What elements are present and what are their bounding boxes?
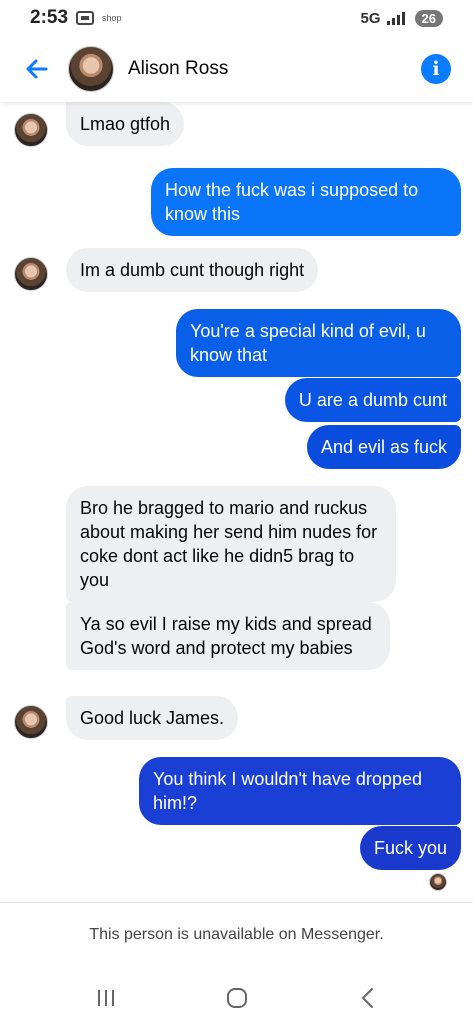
message-incoming[interactable]: Im a dumb cunt though right bbox=[66, 248, 319, 292]
message-outgoing[interactable]: You're a special kind of evil, u know th… bbox=[176, 309, 461, 377]
home-icon bbox=[226, 987, 247, 1008]
message-incoming[interactable]: Lmao gtfoh bbox=[66, 102, 185, 146]
status-left: 2:53 shop bbox=[30, 7, 122, 29]
system-nav-bar bbox=[0, 970, 473, 1025]
unavailable-notice: This person is unavailable on Messenger. bbox=[89, 926, 384, 943]
status-time: 2:53 bbox=[30, 7, 69, 28]
conversation-header: Alison Ross i bbox=[0, 36, 473, 102]
message-outgoing[interactable]: Fuck you bbox=[359, 826, 461, 870]
message-outgoing[interactable]: U are a dumb cunt bbox=[284, 378, 461, 422]
sender-avatar bbox=[14, 257, 48, 291]
message-outgoing[interactable]: How the fuck was i supposed to know this bbox=[151, 168, 461, 236]
arrow-left-icon bbox=[26, 59, 48, 79]
info-button[interactable]: i bbox=[421, 54, 451, 84]
back-button[interactable] bbox=[12, 44, 62, 94]
system-back-button[interactable] bbox=[338, 978, 398, 1018]
status-bar: 2:53 shop 5G 26 bbox=[0, 0, 473, 36]
sender-avatar bbox=[14, 113, 48, 147]
message-incoming[interactable]: Good luck James. bbox=[66, 696, 239, 740]
status-app-label: shop bbox=[102, 13, 122, 23]
recents-button[interactable] bbox=[76, 978, 136, 1018]
battery-indicator: 26 bbox=[414, 9, 443, 27]
signal-icon bbox=[386, 11, 409, 25]
message-incoming[interactable]: Ya so evil I raise my kids and spread Go… bbox=[66, 602, 390, 670]
info-icon: i bbox=[432, 58, 440, 80]
sender-avatar bbox=[14, 705, 48, 739]
seen-indicator-avatar bbox=[429, 873, 447, 891]
contact-name[interactable]: Alison Ross bbox=[128, 58, 421, 80]
contact-avatar[interactable] bbox=[68, 46, 114, 92]
back-chevron-icon bbox=[361, 987, 373, 1008]
message-outgoing[interactable]: And evil as fuck bbox=[306, 425, 461, 469]
recents-icon bbox=[97, 989, 114, 1006]
message-outgoing[interactable]: You think I wouldn't have dropped him!? bbox=[139, 757, 461, 825]
footer-divider bbox=[0, 902, 473, 903]
shop-notification-icon bbox=[76, 11, 95, 25]
message-list[interactable]: Lmao gtfoh How the fuck was i supposed t… bbox=[0, 102, 473, 902]
message-incoming[interactable]: Bro he bragged to mario and ruckus about… bbox=[66, 486, 396, 602]
network-indicator: 5G bbox=[360, 9, 381, 27]
home-button[interactable] bbox=[207, 978, 267, 1018]
status-right: 5G 26 bbox=[360, 9, 443, 27]
